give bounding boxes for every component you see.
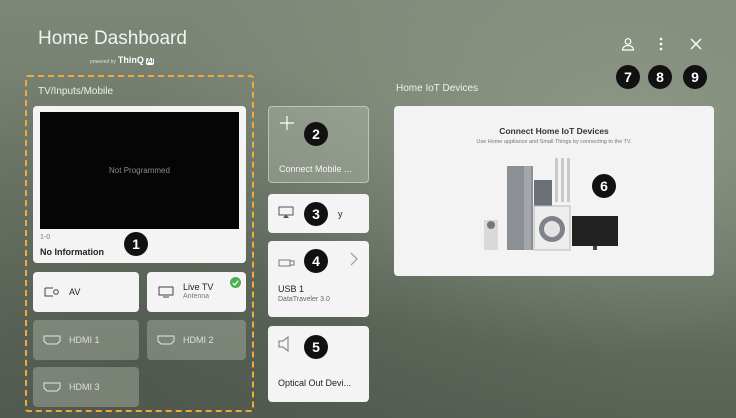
input-av-button[interactable]: AV xyxy=(33,272,139,312)
hdmi1-label: HDMI 1 xyxy=(69,335,100,345)
check-icon xyxy=(230,277,241,288)
callout-badge-9: 9 xyxy=(683,65,707,89)
tv-screen: Not Programmed xyxy=(40,112,239,229)
channel-number: 1-0 xyxy=(40,234,51,241)
program-info: No Information xyxy=(40,247,104,257)
optical-out-label: Optical Out Devi... xyxy=(278,378,352,388)
usb-icon xyxy=(278,255,296,273)
hdmi3-label: HDMI 3 xyxy=(69,382,100,392)
callout-badge-7: 7 xyxy=(616,65,640,89)
hdmi2-label: HDMI 2 xyxy=(183,335,214,345)
airplay-icon xyxy=(278,206,294,224)
live-tv-label: Live TV xyxy=(183,282,214,293)
home-appliances-illustration xyxy=(484,158,618,251)
speaker-icon xyxy=(278,335,292,357)
account-icon[interactable] xyxy=(618,34,638,54)
page-title: Home Dashboard xyxy=(38,28,187,49)
close-icon[interactable] xyxy=(686,34,706,54)
hdmi-icon xyxy=(43,381,61,393)
av-icon xyxy=(43,286,61,298)
input-hdmi1-button[interactable]: HDMI 1 xyxy=(33,320,139,360)
airplay-label: y xyxy=(338,209,343,219)
input-hdmi3-button[interactable]: HDMI 3 xyxy=(33,367,139,407)
more-options-icon[interactable] xyxy=(651,34,671,54)
callout-badge-2: 2 xyxy=(304,122,328,146)
tv-icon xyxy=(157,286,175,298)
input-hdmi2-button[interactable]: HDMI 2 xyxy=(147,320,246,360)
callout-badge-8: 8 xyxy=(648,65,672,89)
hdmi-icon xyxy=(157,334,175,346)
callout-badge-3: 3 xyxy=(304,202,328,226)
inputs-section-label: TV/Inputs/Mobile xyxy=(38,86,114,97)
chevron-right-icon[interactable] xyxy=(350,252,358,271)
live-tv-sublabel: Antenna xyxy=(183,293,210,301)
hdmi-icon xyxy=(43,334,61,346)
iot-heading: Connect Home IoT Devices xyxy=(499,126,609,136)
callout-badge-1: 1 xyxy=(124,232,148,256)
powered-by-logo: powered by ThinQ AI xyxy=(90,55,155,65)
usb-sublabel: DataTraveler 3.0 xyxy=(278,296,330,303)
iot-section-label: Home IoT Devices xyxy=(396,83,479,94)
callout-badge-4: 4 xyxy=(304,249,328,273)
callout-badge-6: 6 xyxy=(592,174,616,198)
callout-badge-5: 5 xyxy=(304,335,328,359)
plus-icon xyxy=(279,115,295,136)
connect-mobile-label: Connect Mobile ... xyxy=(279,164,352,174)
iot-connect-card[interactable]: Connect Home IoT Devices Use Home applia… xyxy=(394,106,714,276)
av-label: AV xyxy=(69,287,81,297)
usb-label: USB 1 xyxy=(278,284,305,294)
input-live-tv-button[interactable]: Live TV Antenna xyxy=(147,272,246,312)
iot-description: Use Home appliance and Small Things by c… xyxy=(476,139,632,145)
